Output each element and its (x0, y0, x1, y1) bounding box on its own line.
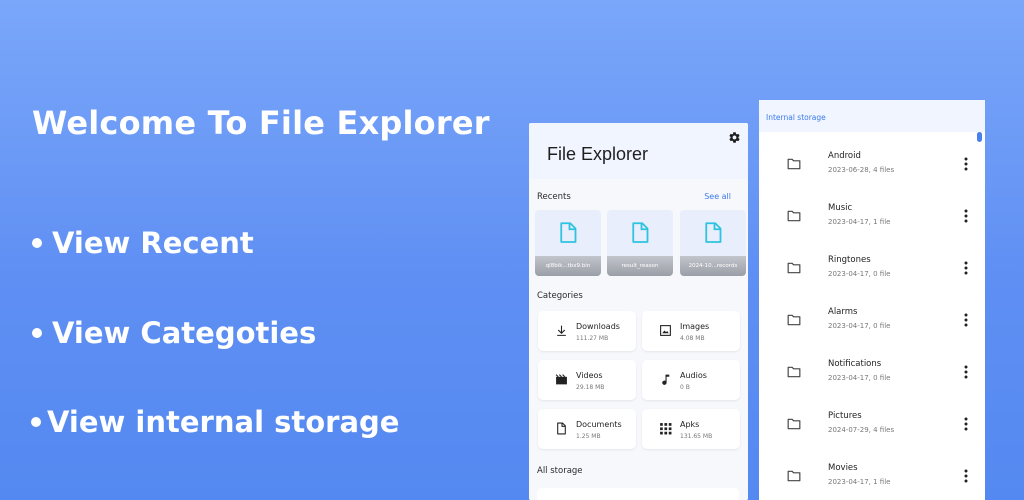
category-size: 111.27 MB (576, 335, 609, 342)
category-size: 131.65 MB (680, 433, 713, 440)
document-icon (557, 422, 566, 435)
recent-file-name: result_reason (607, 256, 673, 276)
category-apks[interactable]: Apks 131.65 MB (642, 409, 740, 449)
file-icon (705, 222, 722, 243)
category-size: 4.08 MB (680, 335, 705, 342)
promo-item-label: View Recent (52, 226, 254, 260)
folder-meta: 2023-04-17, 0 file (828, 374, 891, 382)
recent-file-name: 2024-10...records (680, 256, 746, 276)
bullet-icon (32, 328, 42, 338)
image-icon (660, 325, 671, 336)
recent-file-card[interactable]: result_reason (607, 210, 673, 276)
settings-gear-icon[interactable] (728, 131, 741, 144)
folder-meta: 2023-06-28, 4 files (828, 166, 895, 174)
category-name: Videos (576, 371, 603, 380)
app-title: File Explorer (547, 144, 649, 164)
folder-row[interactable]: Music 2023-04-17, 1 file (759, 192, 985, 244)
apps-grid-icon (660, 423, 672, 435)
app-bar: File Explorer (529, 123, 748, 179)
recent-file-card[interactable]: 2024-10...records (680, 210, 746, 276)
more-vert-icon[interactable] (963, 156, 969, 172)
music-note-icon (662, 374, 670, 385)
category-name: Documents (576, 420, 622, 429)
bullet-icon (31, 417, 41, 427)
folder-name: Music (828, 203, 853, 213)
folder-meta: 2023-04-17, 0 file (828, 322, 891, 330)
recents-label: Recents (537, 192, 571, 202)
promo-item-categories: View Categoties (32, 316, 316, 350)
folder-meta: 2023-04-17, 1 file (828, 218, 891, 226)
more-vert-icon[interactable] (963, 312, 969, 328)
promo-title: Welcome To File Explorer (32, 104, 490, 142)
home-screen: File Explorer Recents See all ql8bik...t… (529, 123, 748, 500)
category-name: Downloads (576, 322, 620, 331)
category-documents[interactable]: Documents 1.25 MB (538, 409, 636, 449)
category-size: 1.25 MB (576, 433, 601, 440)
more-vert-icon[interactable] (963, 208, 969, 224)
more-vert-icon[interactable] (963, 260, 969, 276)
category-size: 0 B (680, 384, 690, 391)
breadcrumb: Internal storage (759, 100, 985, 132)
download-icon (557, 325, 566, 336)
promo-item-recent: View Recent (32, 226, 254, 260)
category-downloads[interactable]: Downloads 111.27 MB (538, 311, 636, 351)
all-storage-label: All storage (537, 466, 583, 476)
folder-name: Movies (828, 463, 858, 473)
folder-icon (787, 418, 801, 430)
more-vert-icon[interactable] (963, 364, 969, 380)
category-images[interactable]: Images 4.08 MB (642, 311, 740, 351)
file-icon (560, 222, 577, 243)
folder-meta: 2024-07-29, 4 files (828, 426, 895, 434)
folder-name: Alarms (828, 307, 858, 317)
all-storage-card[interactable] (537, 488, 739, 500)
folder-icon (787, 470, 801, 482)
bullet-icon (32, 238, 42, 248)
folder-row[interactable]: Movies 2023-04-17, 1 file (759, 452, 985, 500)
category-name: Apks (680, 420, 700, 429)
home-body: Recents See all ql8bik...tbx9.bin result… (529, 179, 748, 500)
folder-name: Notifications (828, 359, 882, 369)
recent-file-name: ql8bik...tbx9.bin (535, 256, 601, 276)
promo-item-label: View internal storage (47, 405, 400, 439)
category-videos[interactable]: Videos 29.18 MB (538, 360, 636, 400)
promo-item-storage: View internal storage (31, 405, 400, 439)
storage-screen: Internal storage Android 2023-06-28, 4 f… (759, 100, 985, 500)
category-size: 29.18 MB (576, 384, 605, 391)
folder-name: Pictures (828, 411, 862, 421)
recent-file-card[interactable]: ql8bik...tbx9.bin (535, 210, 601, 276)
folder-icon (787, 158, 801, 170)
folder-name: Android (828, 151, 861, 161)
categories-label: Categories (537, 291, 583, 301)
category-name: Images (680, 322, 710, 331)
folder-row[interactable]: Ringtones 2023-04-17, 0 file (759, 244, 985, 296)
video-icon (555, 374, 567, 385)
folder-row[interactable]: Alarms 2023-04-17, 0 file (759, 296, 985, 348)
folder-meta: 2023-04-17, 1 file (828, 478, 891, 486)
folder-icon (787, 314, 801, 326)
more-vert-icon[interactable] (963, 468, 969, 484)
folder-meta: 2023-04-17, 0 file (828, 270, 891, 278)
more-vert-icon[interactable] (963, 416, 969, 432)
folder-icon (787, 366, 801, 378)
folder-name: Ringtones (828, 255, 871, 265)
folder-icon (787, 210, 801, 222)
folder-row[interactable]: Pictures 2024-07-29, 4 files (759, 400, 985, 452)
folder-row[interactable]: Notifications 2023-04-17, 0 file (759, 348, 985, 400)
folder-icon (787, 262, 801, 274)
category-name: Audios (680, 371, 707, 380)
folder-row[interactable]: Android 2023-06-28, 4 files (759, 140, 985, 192)
category-audios[interactable]: Audios 0 B (642, 360, 740, 400)
promo-item-label: View Categoties (52, 316, 317, 350)
file-icon (632, 222, 649, 243)
breadcrumb-internal-storage[interactable]: Internal storage (766, 113, 826, 122)
see-all-link[interactable]: See all (704, 192, 731, 201)
